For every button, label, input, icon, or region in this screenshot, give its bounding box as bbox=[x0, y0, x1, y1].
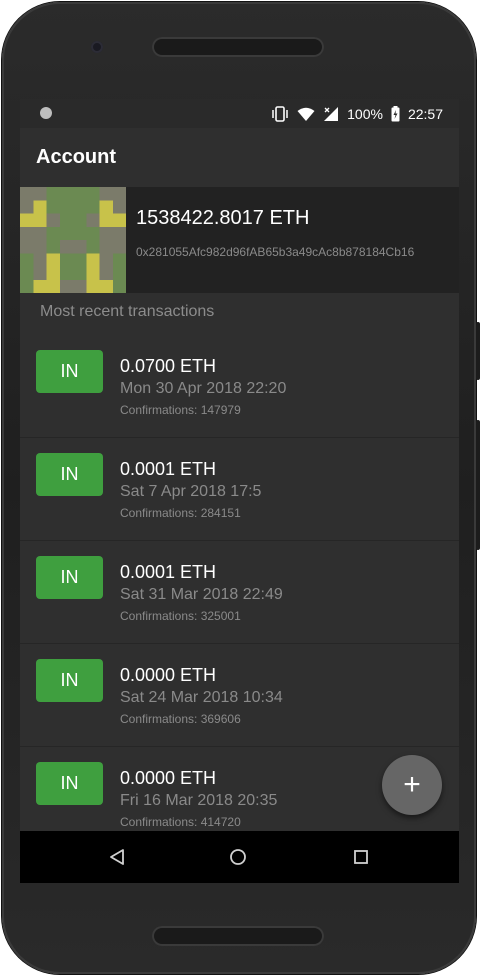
transaction-amount: 0.0700 ETH bbox=[120, 356, 217, 376]
back-icon[interactable] bbox=[106, 846, 128, 868]
transaction-date: Sat 7 Apr 2018 17:5 bbox=[120, 483, 262, 500]
screen: 100% 22:57 Account 1538422.8017 ETH 0x28… bbox=[20, 99, 459, 883]
page-title: Account bbox=[36, 146, 116, 168]
battery-charging-icon bbox=[391, 106, 400, 122]
top-speaker bbox=[152, 37, 324, 57]
transaction-item[interactable]: IN 0.0001 ETH Sat 31 Mar 2018 22:49 Conf… bbox=[20, 541, 459, 644]
account-card[interactable]: 1538422.8017 ETH 0x281055Afc982d96fAB65b… bbox=[20, 187, 459, 293]
transaction-item[interactable]: IN 0.0700 ETH Mon 30 Apr 2018 22:20 Conf… bbox=[20, 335, 459, 438]
transaction-confirmations: Confirmations: 284151 bbox=[120, 506, 241, 520]
direction-badge: IN bbox=[36, 350, 103, 393]
vibrate-icon bbox=[271, 106, 289, 122]
volume-button bbox=[476, 322, 480, 380]
direction-badge: IN bbox=[36, 453, 103, 496]
transaction-amount: 0.0000 ETH bbox=[120, 665, 217, 685]
transaction-date: Sat 24 Mar 2018 10:34 bbox=[120, 689, 283, 706]
system-nav-bar bbox=[20, 831, 459, 883]
direction-badge: IN bbox=[36, 762, 103, 805]
front-camera bbox=[91, 41, 103, 53]
battery-percent: 100% bbox=[347, 106, 383, 122]
bottom-speaker bbox=[152, 926, 324, 946]
transaction-date: Sat 31 Mar 2018 22:49 bbox=[120, 586, 283, 603]
section-title: Most recent transactions bbox=[40, 303, 215, 320]
direction-badge: IN bbox=[36, 556, 103, 599]
wifi-icon bbox=[297, 107, 315, 122]
transaction-date: Fri 16 Mar 2018 20:35 bbox=[120, 792, 278, 809]
transaction-item[interactable]: IN 0.0001 ETH Sat 7 Apr 2018 17:5 Confir… bbox=[20, 438, 459, 541]
transaction-confirmations: Confirmations: 414720 bbox=[120, 815, 241, 829]
power-button bbox=[476, 420, 480, 550]
home-icon[interactable] bbox=[227, 846, 249, 868]
transaction-item[interactable]: IN 0.0000 ETH Sat 24 Mar 2018 10:34 Conf… bbox=[20, 644, 459, 747]
transaction-amount: 0.0001 ETH bbox=[120, 562, 217, 582]
transaction-confirmations: Confirmations: 369606 bbox=[120, 712, 241, 726]
add-button[interactable]: + bbox=[382, 755, 442, 815]
app-bar: Account bbox=[20, 128, 459, 185]
status-icons: 100% 22:57 bbox=[271, 104, 443, 124]
account-balance: 1538422.8017 ETH bbox=[136, 207, 310, 229]
status-bar: 100% 22:57 bbox=[20, 99, 459, 128]
transaction-confirmations: Confirmations: 147979 bbox=[120, 403, 241, 417]
notification-icon bbox=[40, 107, 52, 119]
cell-signal-icon bbox=[323, 106, 339, 122]
clock: 22:57 bbox=[407, 106, 443, 122]
transaction-confirmations: Confirmations: 325001 bbox=[120, 609, 241, 623]
transaction-amount: 0.0000 ETH bbox=[120, 768, 217, 788]
direction-badge: IN bbox=[36, 659, 103, 702]
transaction-amount: 0.0001 ETH bbox=[120, 459, 217, 479]
identicon-avatar bbox=[20, 187, 126, 293]
recents-icon[interactable] bbox=[350, 846, 372, 868]
transaction-date: Mon 30 Apr 2018 22:20 bbox=[120, 380, 287, 397]
account-address: 0x281055Afc982d96fAB65b3a49cAc8b878184Cb… bbox=[136, 245, 415, 259]
